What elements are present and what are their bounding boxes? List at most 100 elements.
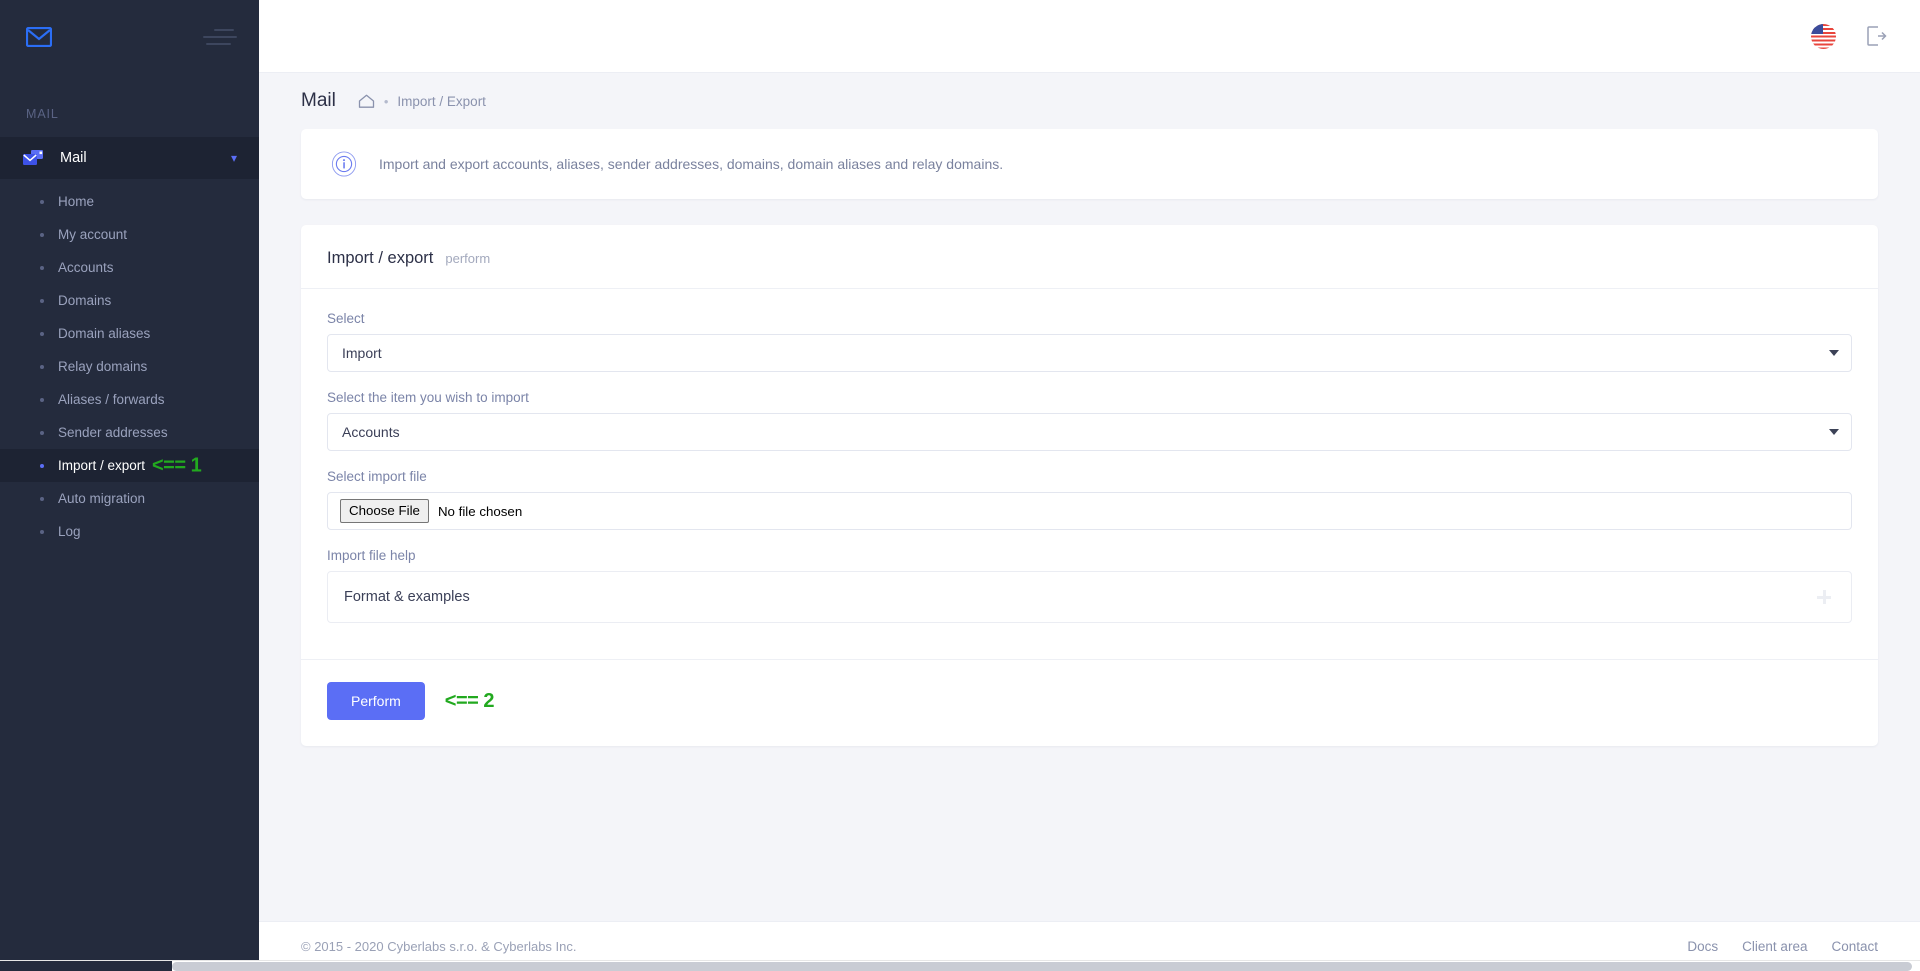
sidebar-section-label: MAIL — [26, 107, 59, 121]
chevron-down-icon — [1829, 429, 1839, 435]
sidebar-item-log[interactable]: Log — [0, 515, 259, 548]
select-item-value: Accounts — [342, 424, 400, 440]
sidebar-item-domains[interactable]: Domains — [0, 284, 259, 317]
us-flag-icon[interactable] — [1811, 23, 1836, 49]
scrollbar-track-left — [0, 961, 172, 971]
sidebar-item-label: Domains — [58, 293, 112, 308]
info-banner-text: Import and export accounts, aliases, sen… — [379, 156, 1004, 172]
choose-file-button[interactable]: Choose File — [340, 499, 429, 523]
sidebar-item-label: Aliases / forwards — [58, 392, 165, 407]
envelope-icon — [26, 26, 52, 47]
mail-stack-icon — [22, 149, 48, 167]
sidebar-item-label: Relay domains — [58, 359, 148, 374]
format-examples-accordion[interactable]: Format & examples — [327, 571, 1852, 623]
horizontal-scrollbar[interactable] — [0, 960, 1920, 971]
select-label: Select — [327, 311, 365, 326]
file-status-text: No file chosen — [437, 503, 523, 519]
hamburger-line — [203, 35, 237, 38]
sidebar-item-accounts[interactable]: Accounts — [0, 251, 259, 284]
bullet-icon — [40, 364, 44, 369]
bullet-icon — [40, 496, 44, 501]
bullet-icon — [40, 529, 44, 534]
help-label: Import file help — [327, 548, 416, 563]
select-mode-dropdown[interactable]: Import — [327, 334, 1852, 372]
footer-link-contact[interactable]: Contact — [1831, 939, 1878, 954]
sidebar-item-label: Auto migration — [58, 491, 146, 506]
field-help: Import file help Format & examples — [327, 548, 1852, 623]
sidebar-item-sender-addresses[interactable]: Sender addresses — [0, 416, 259, 449]
breadcrumb-separator: • — [383, 93, 389, 109]
card-body: Select Import Select the item you wish t… — [301, 289, 1878, 659]
file-label: Select import file — [327, 469, 427, 484]
annotation-marker-1: <== 1 — [152, 454, 202, 476]
sidebar-group-label: Mail — [60, 150, 87, 166]
sidebar-item-home[interactable]: Home — [0, 185, 259, 218]
breadcrumb-current[interactable]: Import / Export — [397, 94, 486, 109]
main-area: Mail • Import / Export Import and export… — [259, 0, 1920, 971]
field-select: Select Import — [327, 311, 1852, 372]
brand-logo[interactable] — [26, 26, 52, 47]
app-root: MAIL Mail ▾ Home My account Accounts Dom… — [0, 0, 1920, 971]
file-input[interactable]: Choose File No file chosen — [327, 492, 1852, 530]
info-circle-icon — [331, 151, 357, 177]
bullet-icon — [40, 430, 44, 435]
bullet-icon — [40, 397, 44, 402]
sidebar-item-label: Accounts — [58, 260, 114, 275]
scrollbar-thumb[interactable] — [172, 962, 1912, 971]
sidebar-item-label: Import / export — [58, 458, 146, 473]
sidebar-item-my-account[interactable]: My account — [0, 218, 259, 251]
card-subtitle: perform — [445, 251, 491, 266]
bullet-icon — [40, 463, 44, 468]
breadcrumb: • Import / Export — [358, 94, 486, 109]
sidebar-item-label: Log — [58, 524, 81, 539]
sidebar-item-label: Sender addresses — [58, 425, 168, 440]
sidebar-item-aliases-forwards[interactable]: Aliases / forwards — [0, 383, 259, 416]
bullet-icon — [40, 199, 44, 204]
perform-button[interactable]: Perform — [327, 682, 425, 720]
flag-canton — [1811, 23, 1823, 34]
hamburger-icon[interactable] — [203, 26, 237, 48]
sidebar-nav-list: Home My account Accounts Domains Domain … — [0, 179, 259, 548]
footer-links: Docs Client area Contact — [1687, 939, 1878, 954]
card-header: Import / export perform — [301, 225, 1878, 289]
bullet-icon — [40, 331, 44, 336]
plus-icon[interactable] — [1817, 590, 1831, 604]
page-header: Mail • Import / Export — [259, 73, 1920, 129]
sidebar-item-domain-aliases[interactable]: Domain aliases — [0, 317, 259, 350]
sidebar-item-label: Domain aliases — [58, 326, 151, 341]
sidebar-group-mail[interactable]: Mail ▾ — [0, 137, 259, 179]
chevron-down-icon[interactable]: ▾ — [231, 152, 237, 164]
home-icon[interactable] — [358, 94, 375, 109]
sidebar-item-label: My account — [58, 227, 128, 242]
footer-link-docs[interactable]: Docs — [1687, 939, 1718, 954]
sidebar-header — [0, 0, 259, 73]
field-file: Select import file Choose File No file c… — [327, 469, 1852, 530]
card-footer: Perform <== 2 — [301, 659, 1878, 746]
logout-icon[interactable] — [1864, 24, 1888, 48]
bullet-icon — [40, 298, 44, 303]
footer-copyright: © 2015 - 2020 Cyberlabs s.r.o. & Cyberla… — [301, 939, 577, 954]
card-title: Import / export — [327, 249, 434, 267]
page-title: Mail — [301, 90, 336, 111]
sidebar-item-label: Home — [58, 194, 95, 209]
sidebar-item-relay-domains[interactable]: Relay domains — [0, 350, 259, 383]
footer-link-client-area[interactable]: Client area — [1742, 939, 1807, 954]
chevron-down-icon — [1829, 350, 1839, 356]
hamburger-line — [214, 28, 234, 31]
item-label: Select the item you wish to import — [327, 390, 529, 405]
annotation-marker-2: <== 2 — [444, 689, 495, 712]
bullet-icon — [40, 232, 44, 237]
sidebar-item-auto-migration[interactable]: Auto migration — [0, 482, 259, 515]
sidebar: MAIL Mail ▾ Home My account Accounts Dom… — [0, 0, 259, 971]
select-item-dropdown[interactable]: Accounts — [327, 413, 1852, 451]
select-mode-value: Import — [342, 345, 382, 361]
topbar — [259, 0, 1920, 73]
hamburger-line — [206, 42, 231, 45]
accordion-title: Format & examples — [344, 589, 470, 605]
info-banner: Import and export accounts, aliases, sen… — [301, 129, 1878, 199]
bullet-icon — [40, 265, 44, 270]
import-export-card: Import / export perform Select Import Se… — [301, 225, 1878, 746]
field-item: Select the item you wish to import Accou… — [327, 390, 1852, 451]
sidebar-item-import-export[interactable]: Import / export <== 1 — [0, 449, 259, 482]
content-area: Import and export accounts, aliases, sen… — [259, 129, 1920, 893]
